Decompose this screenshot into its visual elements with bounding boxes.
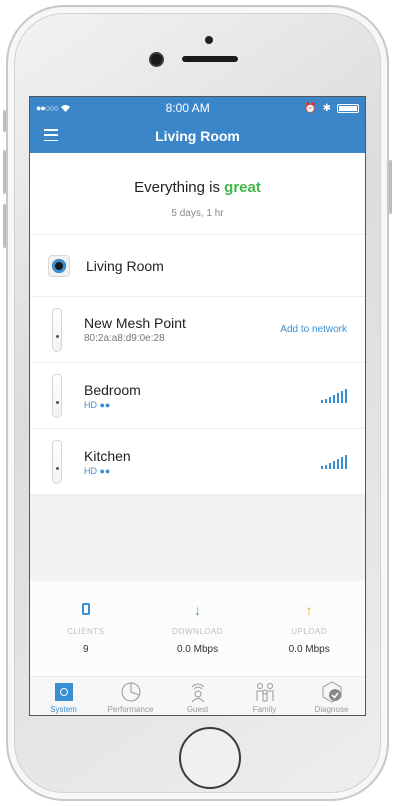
router-icon [48,254,70,277]
alarm-icon: ⏰ [304,102,317,114]
device-name: New Mesh Point [84,315,186,331]
mute-switch [3,110,6,132]
tab-label: Diagnose [314,705,349,714]
stat-upload[interactable]: ↑ UPLOAD 0.0 Mbps [253,601,365,676]
tab-label: Performance [107,705,154,714]
tab-label: Guest [186,705,209,714]
tab-performance[interactable]: Performance [97,677,164,715]
tab-system[interactable]: System [30,677,97,715]
device-name: Bedroom [84,381,141,398]
stat-label: CLIENTS [67,627,105,636]
tab-label: Family [252,705,277,714]
mesh-point-icon [52,373,62,418]
tab-guest[interactable]: Guest [164,677,231,715]
bluetooth-icon: ✱ [322,102,331,114]
upload-arrow-icon: ↑ [305,602,313,618]
nav-bar: Living Room [30,119,365,153]
signal-bars-icon [321,454,347,469]
tab-bar: System Performance Guest Family Diagnose [30,677,365,715]
hamburger-menu-icon[interactable] [44,129,58,141]
hd-badge: HD ●● [84,399,111,410]
stat-value: 0.0 Mbps [176,644,219,655]
add-to-network-link[interactable]: Add to network [280,324,347,335]
hd-badge: HD ●● [84,465,111,476]
stat-download[interactable]: ↓ DOWNLOAD 0.0 Mbps [142,601,254,676]
network-status: Everything is great 5 days, 1 hr [30,153,365,235]
battery-icon [337,103,359,113]
tab-diagnose[interactable]: Diagnose [298,677,365,715]
device-name: Kitchen [84,447,131,464]
download-arrow-icon: ↓ [194,602,201,618]
wifi-status-icon [61,104,71,112]
app-screen: ●●○○○ 8:00 AM ⏰ ✱ Living Room Everything… [29,96,366,716]
home-button[interactable] [179,727,241,789]
tab-label: System [50,705,77,714]
phone-icon [81,603,90,615]
device-row-new-mesh-point[interactable]: New Mesh Point 80:2a:a8:d9:0e:28 Add to … [30,297,365,363]
family-icon [256,683,273,702]
status-highlight: great [224,179,261,196]
device-row-living-room[interactable]: Living Room [30,235,365,297]
empty-list-area [30,495,365,581]
status-headline: Everything is great [30,179,365,196]
status-time: 8:00 AM [165,101,210,115]
mesh-point-icon [52,307,62,352]
uptime-text: 5 days, 1 hr [171,208,224,219]
front-camera [151,54,162,65]
stat-clients[interactable]: CLIENTS 9 [30,601,142,676]
status-prefix: Everything is [134,179,220,196]
system-icon [54,683,73,701]
guest-icon [191,683,204,703]
performance-icon [121,682,140,702]
power-button [389,160,392,214]
signal-strength: ●●○○○ [36,103,59,113]
page-title: Living Room [155,128,240,144]
stat-label: DOWNLOAD [171,627,224,636]
signal-bars-icon [321,388,347,403]
device-row-bedroom[interactable]: Bedroom HD ●● [30,363,365,429]
status-bar: ●●○○○ 8:00 AM ⏰ ✱ [30,97,365,119]
tab-family[interactable]: Family [231,677,298,715]
device-row-kitchen[interactable]: Kitchen HD ●● [30,429,365,495]
earpiece-speaker [182,56,238,62]
volume-up-button [3,150,6,194]
mesh-point-icon [52,439,62,484]
proximity-sensor [205,36,213,44]
device-name: Living Room [86,257,164,274]
stat-label: UPLOAD [291,627,328,636]
stat-value: 9 [83,644,89,655]
stats-panel: CLIENTS 9 ↓ DOWNLOAD 0.0 Mbps ↑ UPLOAD 0… [30,581,365,677]
device-mac-address: 80:2a:a8:d9:0e:28 [84,333,165,344]
diagnose-icon [322,681,341,703]
volume-down-button [3,204,6,248]
stat-value: 0.0 Mbps [288,644,330,655]
